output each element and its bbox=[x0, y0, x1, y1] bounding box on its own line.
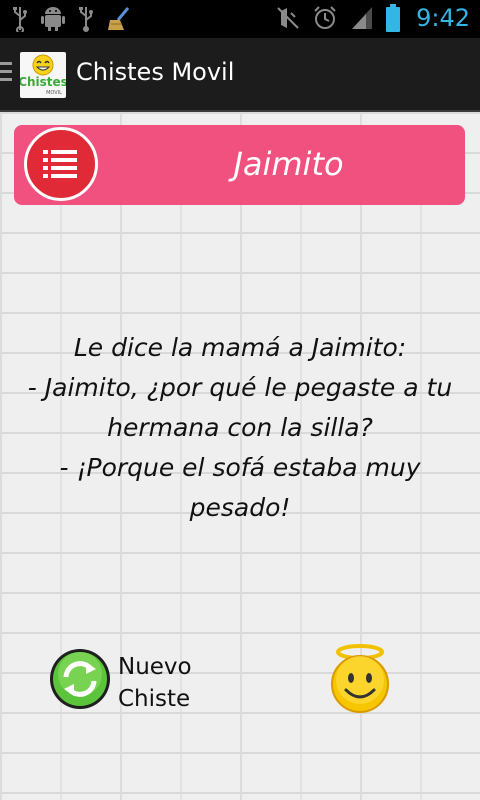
action-bar[interactable]: Chistes MOVIL Chistes Movil bbox=[0, 38, 480, 112]
alarm-icon bbox=[312, 5, 338, 31]
category-label: Jaimito bbox=[233, 145, 344, 183]
usb-icon bbox=[78, 6, 94, 32]
cleaner-icon bbox=[106, 6, 132, 32]
mute-icon bbox=[276, 5, 300, 31]
app-logo[interactable]: Chistes MOVIL bbox=[20, 52, 66, 98]
list-icon[interactable] bbox=[24, 127, 98, 201]
status-bar: 9:42 bbox=[0, 0, 480, 38]
joke-text: Le dice la mamá a Jaimito: - Jaimito, ¿p… bbox=[27, 333, 453, 522]
logo-text: Chistes bbox=[20, 75, 66, 89]
angel-smiley-icon bbox=[331, 644, 389, 713]
usb-icon bbox=[12, 6, 28, 32]
content-area: Jaimito Le dice la mamá a Jaimito: - Jai… bbox=[0, 112, 480, 800]
app-title: Chistes Movil bbox=[76, 58, 235, 86]
category-banner[interactable]: Jaimito bbox=[14, 125, 465, 205]
angel-smiley-button[interactable] bbox=[326, 642, 394, 714]
new-joke-button[interactable]: Nuevo Chiste bbox=[48, 647, 218, 715]
logo-subtext: MOVIL bbox=[46, 90, 62, 96]
drawer-menu-icon[interactable] bbox=[0, 62, 16, 86]
refresh-icon[interactable] bbox=[48, 647, 112, 711]
clock: 9:42 bbox=[416, 4, 470, 32]
signal-icon bbox=[350, 5, 374, 31]
new-joke-label: Nuevo Chiste bbox=[118, 654, 192, 712]
battery-icon bbox=[386, 4, 401, 32]
android-debug-icon bbox=[40, 6, 66, 32]
